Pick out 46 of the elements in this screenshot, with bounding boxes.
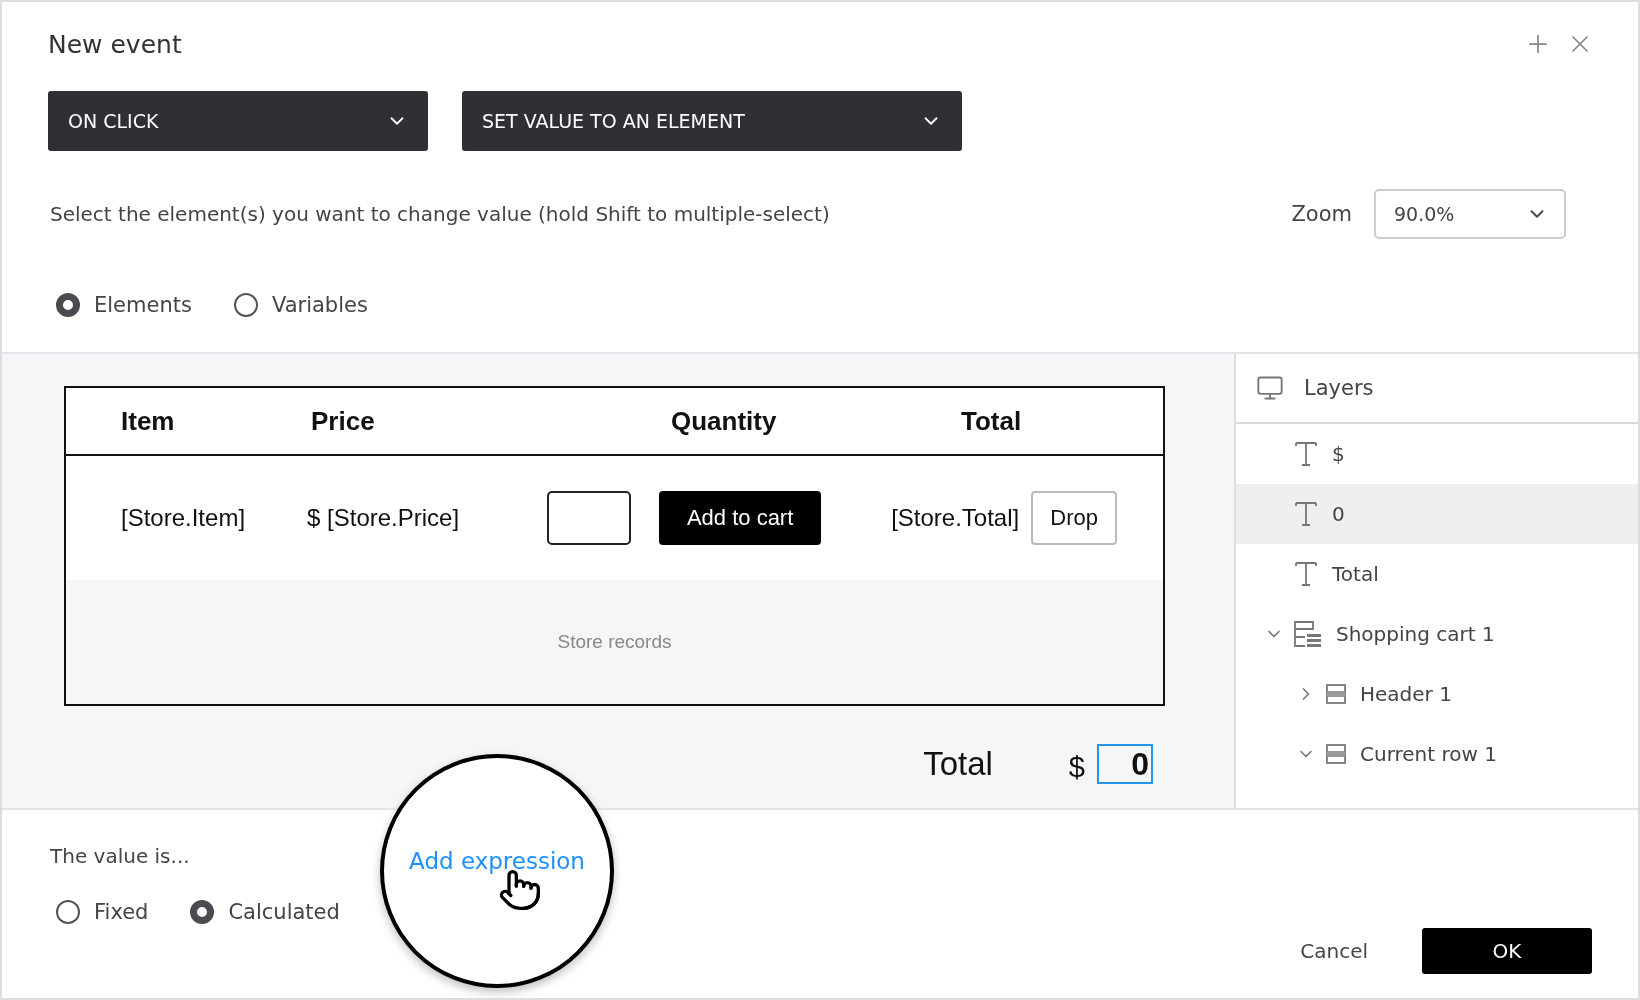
cancel-button[interactable]: Cancel <box>1290 928 1378 974</box>
quantity-input[interactable] <box>547 491 632 545</box>
radio-option[interactable]: Fixed <box>56 900 149 924</box>
table-cell: [Store.Item] <box>121 504 246 532</box>
add-to-cart-button[interactable]: Add to cart <box>659 491 822 545</box>
zoom-label: Zoom <box>1291 202 1352 226</box>
column-header: Item <box>120 405 176 437</box>
row-icon <box>1326 684 1346 704</box>
table-cell: $ [Store.Price] <box>307 504 460 532</box>
drop-button[interactable]: Drop <box>1031 491 1118 545</box>
text-icon <box>1294 501 1318 527</box>
radio-button[interactable] <box>190 900 215 924</box>
radio-option[interactable]: Calculated <box>190 900 340 924</box>
layer-label: Total <box>1332 562 1379 586</box>
layer-item[interactable]: 0 <box>1236 484 1638 544</box>
text-icon <box>1294 441 1318 467</box>
zoom-select[interactable]: 90.0% <box>1374 189 1566 239</box>
currency-symbol: $ <box>1068 750 1085 784</box>
ok-button[interactable]: OK <box>1422 928 1592 974</box>
trigger-dropdown[interactable]: ON CLICK <box>48 91 428 151</box>
list-icon <box>1294 620 1322 648</box>
layer-label: Current row 1 <box>1360 742 1497 766</box>
radio-button[interactable] <box>56 293 80 317</box>
instruction-text: Select the element(s) you want to change value (hold Shift to multiple-select) <box>50 202 830 226</box>
radio-option[interactable]: Elements <box>56 293 192 317</box>
layer-label: 0 <box>1332 502 1345 526</box>
column-header: Quantity <box>671 405 778 437</box>
radio-button[interactable] <box>233 293 258 317</box>
layer-label: $ <box>1332 442 1345 466</box>
monitor-icon <box>1256 374 1284 402</box>
panel-title: Layers <box>1304 376 1374 400</box>
row-icon <box>1326 744 1346 764</box>
total-value[interactable]: 0 <box>1097 744 1153 784</box>
radio-button[interactable] <box>56 900 80 924</box>
radio-option[interactable]: Variables <box>233 293 368 317</box>
records-label: Store records <box>556 630 673 654</box>
total-label: Total <box>923 745 993 783</box>
column-header: Price <box>311 405 376 437</box>
column-header: Total <box>961 405 1023 437</box>
table-cell: [Store.Total] <box>891 504 1020 532</box>
layer-label: Header 1 <box>1360 682 1452 706</box>
dialog-title: New event <box>48 29 182 59</box>
action-dropdown[interactable]: SET VALUE TO AN ELEMENT <box>462 91 962 151</box>
text-icon <box>1294 561 1318 587</box>
value-label: The value is... <box>50 844 191 868</box>
layer-label: Shopping cart 1 <box>1336 622 1495 646</box>
